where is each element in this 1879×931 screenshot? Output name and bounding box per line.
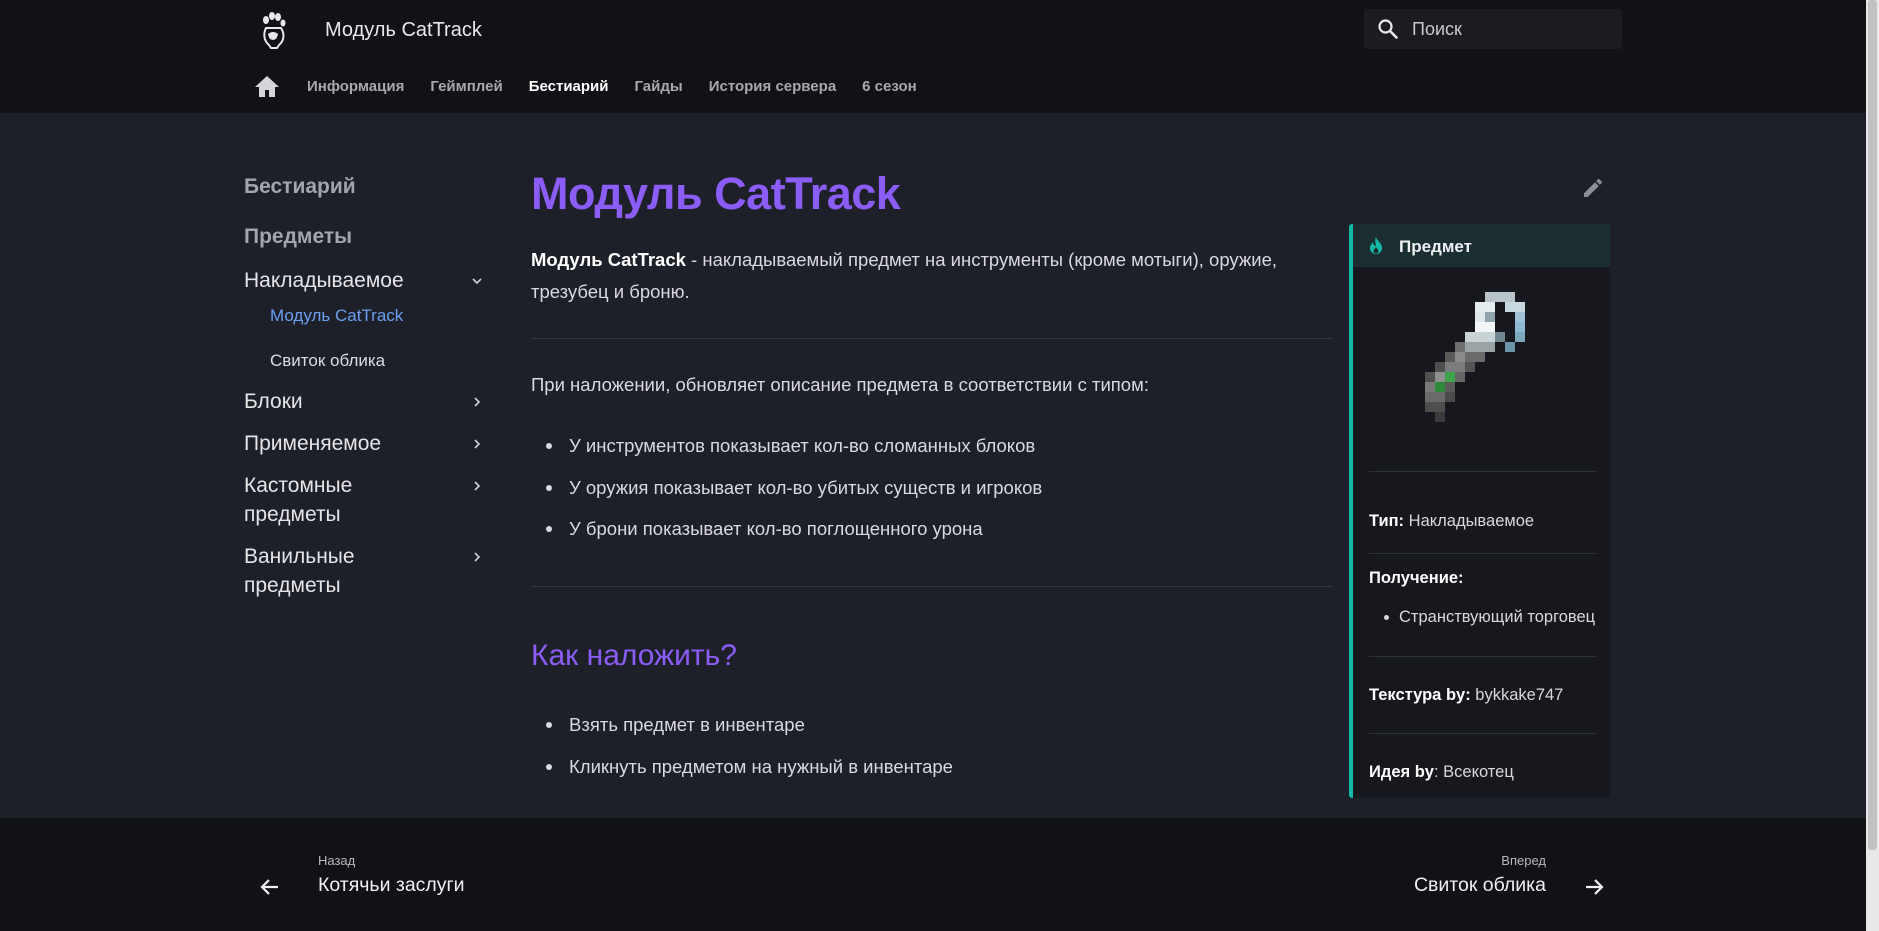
sidebar-item-blocks[interactable]: Блоки xyxy=(244,387,489,416)
infobox-type-key: Тип: xyxy=(1369,512,1405,530)
infobox-obtain-key: Получение: xyxy=(1369,569,1464,588)
arrow-left-icon[interactable] xyxy=(258,875,282,899)
fire-icon xyxy=(1370,237,1382,254)
infobox-type-row: Тип: Накладываемое xyxy=(1369,512,1534,531)
chevron-right-icon[interactable] xyxy=(470,550,484,564)
tab-info[interactable]: Информация xyxy=(307,78,404,95)
chevron-right-icon[interactable] xyxy=(470,395,484,409)
infobox-obtain-label: Получение: xyxy=(1369,569,1464,587)
divider xyxy=(531,586,1333,587)
howto-steps-list: Взять предмет в инвентаре Кликнуть предм… xyxy=(531,710,953,793)
cattrack-item-image xyxy=(1425,292,1525,422)
infobox-texture-key: Текстура by: xyxy=(1369,686,1471,704)
chevron-right-icon[interactable] xyxy=(470,437,484,451)
tab-guides[interactable]: Гайды xyxy=(635,78,683,95)
tab-gameplay[interactable]: Геймплей xyxy=(430,78,502,95)
chevron-down-icon[interactable] xyxy=(470,274,484,288)
infobox-divider xyxy=(1369,733,1597,734)
next-page-caption: Вперед xyxy=(1501,853,1546,868)
search-input[interactable] xyxy=(1412,9,1612,49)
sidebar-item-vanilla-items[interactable]: Ванильные предметы xyxy=(244,542,444,600)
infobox-obtain-item: Странствующий торговец xyxy=(1369,608,1595,627)
home-icon[interactable] xyxy=(253,73,281,99)
list-item: Кликнуть предметом на нужный в инвентаре xyxy=(531,752,953,794)
item-infobox: Предмет Тип: Накладываемое Получение: Ст… xyxy=(1349,224,1610,798)
site-title[interactable]: Модуль CatTrack xyxy=(325,19,482,42)
search-icon xyxy=(1378,19,1398,39)
list-item: Взять предмет в инвентаре xyxy=(531,710,953,752)
description-text: При наложении, обновляет описание предме… xyxy=(531,374,1149,395)
next-page-link[interactable]: Свиток облика xyxy=(1414,874,1546,897)
sidebar-subitem-cattrack[interactable]: Модуль CatTrack xyxy=(270,306,403,326)
infobox-header: Предмет xyxy=(1353,224,1610,267)
list-item: У оружия показывает кол-во убитых сущест… xyxy=(531,473,1042,515)
infobox-idea-row: Идея by: Всекотец xyxy=(1369,763,1514,782)
site-header: Модуль CatTrack Информация Геймплей Бест… xyxy=(0,0,1866,113)
sidebar-item-overlay[interactable]: Накладываемое xyxy=(244,266,489,295)
intro-bold: Модуль CatTrack xyxy=(531,249,686,270)
infobox-texture-value: bykkake747 xyxy=(1470,686,1564,704)
prev-page-caption: Назад xyxy=(318,853,356,868)
intro-paragraph: Модуль CatTrack - накладываемый предмет … xyxy=(531,244,1331,308)
sidebar-section-items[interactable]: Предметы xyxy=(244,225,352,249)
list-item: У брони показывает кол-во поглощенного у… xyxy=(531,514,1042,556)
sidebar-item-applicable[interactable]: Применяемое xyxy=(244,429,489,458)
infobox-divider xyxy=(1369,553,1597,554)
feature-list: У инструментов показывает кол-во сломанн… xyxy=(531,431,1042,556)
arrow-right-icon[interactable] xyxy=(1582,875,1606,899)
infobox-type-value: Накладываемое xyxy=(1404,512,1535,530)
edit-pencil-icon[interactable] xyxy=(1581,176,1605,200)
tab-server-history[interactable]: История сервера xyxy=(709,78,836,95)
infobox-header-label: Предмет xyxy=(1399,237,1472,256)
sidebar-item-custom-items[interactable]: Кастомные предметы xyxy=(244,471,444,529)
infobox-idea-value: : Всекотец xyxy=(1433,763,1514,781)
sidebar-subitem-appearance-scroll[interactable]: Свиток облика xyxy=(270,351,385,371)
divider xyxy=(531,338,1333,339)
tab-bestiary[interactable]: Бестиарий xyxy=(529,78,609,95)
chevron-right-icon[interactable] xyxy=(470,479,484,493)
sidebar-section-bestiary[interactable]: Бестиарий xyxy=(244,175,356,199)
infobox-divider xyxy=(1369,656,1597,657)
page-title: Модуль CatTrack xyxy=(531,168,901,219)
infobox-divider xyxy=(1369,471,1597,472)
infobox-idea-key: Идея by xyxy=(1369,763,1434,781)
cat-paw-icon[interactable] xyxy=(257,10,289,50)
prev-page-link[interactable]: Котячьи заслуги xyxy=(318,874,465,897)
list-item: У инструментов показывает кол-во сломанн… xyxy=(531,431,1042,473)
tab-season-6[interactable]: 6 сезон xyxy=(862,78,917,95)
search-box[interactable] xyxy=(1364,9,1622,49)
main-nav-tabs: Информация Геймплей Бестиарий Гайды Исто… xyxy=(253,70,943,102)
howto-heading: Как наложить? xyxy=(531,639,737,672)
scrollbar-thumb[interactable] xyxy=(1868,0,1877,850)
infobox-texture-row: Текстура by: bykkake747 xyxy=(1369,686,1563,705)
